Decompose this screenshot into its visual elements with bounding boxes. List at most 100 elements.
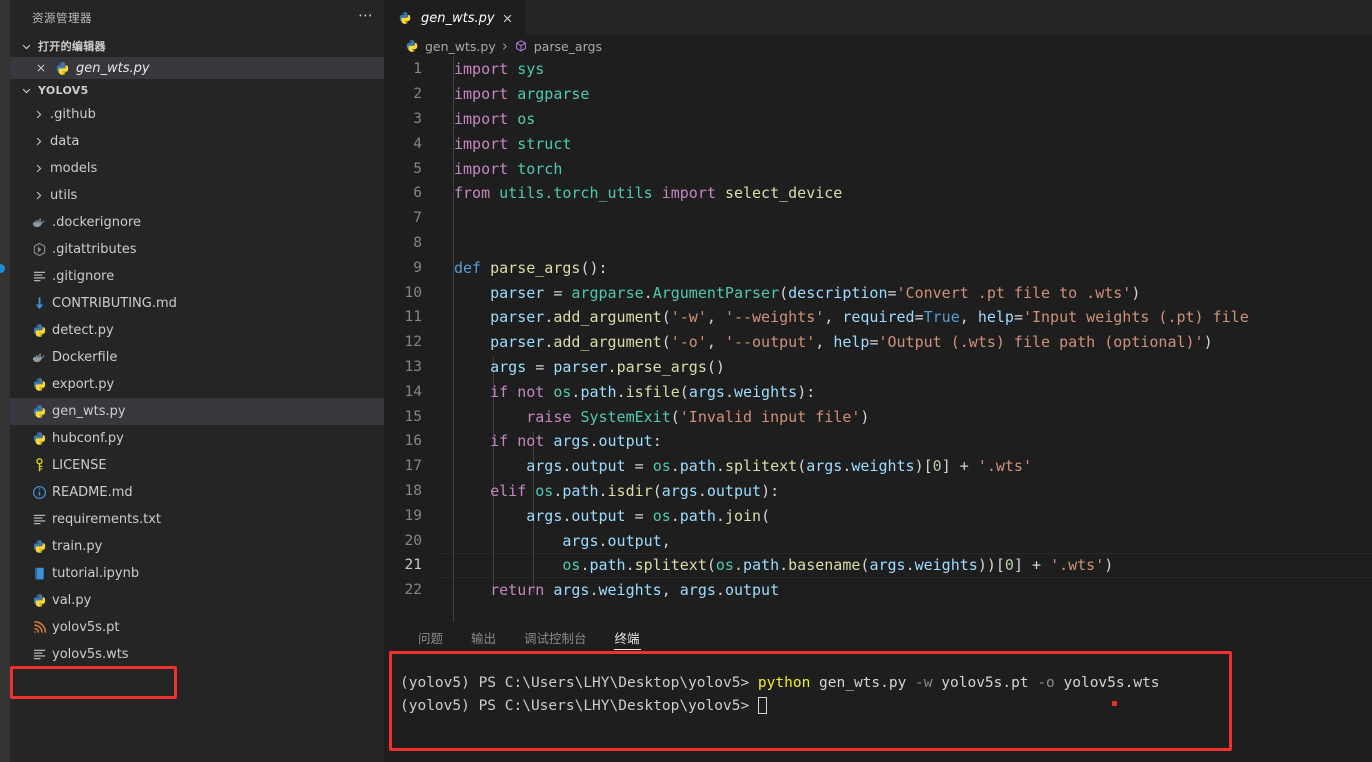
tree-item-label: models [50, 161, 97, 176]
tree-file-detect-py[interactable]: detect.py [10, 317, 384, 344]
chevron-right-icon [30, 134, 46, 150]
tree-file-yolov5s-wts[interactable]: yolov5s.wts [10, 641, 384, 668]
code-line: 4import struct [384, 131, 1372, 156]
code-text: parser = argparse.ArgumentParser(descrip… [438, 284, 1140, 302]
ellipsis-icon[interactable]: ⋯ [358, 10, 374, 26]
tree-folder-data[interactable]: data [10, 128, 384, 155]
code-line: 14 if not os.path.isfile(args.weights): [384, 379, 1372, 404]
docker-icon [30, 215, 48, 231]
code-line: 7 [384, 206, 1372, 231]
terminal-lines: (yolov5) PS C:\Users\LHY\Desktop\yolov5>… [400, 671, 1372, 717]
tree-file--dockerignore[interactable]: .dockerignore [10, 209, 384, 236]
code-lines: 1import sys2import argparse3import os4im… [384, 57, 1372, 603]
code-line: 22 return args.weights, args.output [384, 578, 1372, 603]
breadcrumb: gen_wts.py parse_args [384, 35, 1372, 57]
code-line: 13 args = parser.parse_args() [384, 355, 1372, 380]
breadcrumb-item-symbol[interactable]: parse_args [513, 39, 602, 54]
explorer-sidebar: 资源管理器 ⋯ 打开的编辑器 gen_wts.py YOLOV5 [10, 0, 384, 762]
code-text: args.output, [438, 532, 671, 550]
close-icon[interactable] [502, 13, 516, 24]
breadcrumb-symbol-label: parse_args [534, 39, 602, 54]
tree-file-train-py[interactable]: train.py [10, 533, 384, 560]
line-number: 12 [384, 334, 438, 350]
line-number: 4 [384, 136, 438, 152]
line-number: 7 [384, 210, 438, 226]
line-number: 15 [384, 409, 438, 425]
tree-file-gen-wts-py[interactable]: gen_wts.py [10, 398, 384, 425]
chevron-right-icon [30, 188, 46, 204]
notebook-icon [30, 566, 48, 582]
tree-file-val-py[interactable]: val.py [10, 587, 384, 614]
tree-file-license[interactable]: LICENSE [10, 452, 384, 479]
line-number: 11 [384, 309, 438, 325]
panel-tab-1[interactable]: 输出 [457, 622, 510, 653]
code-line: 2import argparse [384, 82, 1372, 107]
line-number: 1 [384, 61, 438, 77]
tree-file-yolov5s-pt[interactable]: yolov5s.pt [10, 614, 384, 641]
tree-item-label: .gitignore [52, 269, 114, 284]
file-tree: .githubdata models utils .dockerignore .gita… [10, 101, 384, 762]
code-line: 18 elif os.path.isdir(args.output): [384, 479, 1372, 504]
tree-item-label: tutorial.ipynb [52, 566, 139, 581]
code-text: args.output = os.path.join( [438, 507, 770, 525]
tree-file-requirements-txt[interactable]: requirements.txt [10, 506, 384, 533]
code-line: 3import os [384, 107, 1372, 132]
line-number: 3 [384, 111, 438, 127]
code-line: 8 [384, 231, 1372, 256]
panel-tab-bar: 问题输出调试控制台终端 [384, 622, 1372, 653]
code-text: elif os.path.isdir(args.output): [438, 482, 779, 500]
panel-tab-3[interactable]: 终端 [601, 622, 654, 653]
annotation-dot [1112, 701, 1117, 706]
close-icon[interactable] [34, 63, 48, 73]
tree-item-label: val.py [52, 593, 91, 608]
tree-item-label: .dockerignore [52, 215, 141, 230]
breadcrumb-item-file[interactable]: gen_wts.py [404, 39, 496, 54]
tree-item-label: hubconf.py [52, 431, 124, 446]
tree-item-label: utils [50, 188, 77, 203]
code-editor[interactable]: 1import sys2import argparse3import os4im… [384, 57, 1372, 622]
bottom-panel: 问题输出调试控制台终端 (yolov5) PS C:\Users\LHY\Des… [384, 622, 1372, 762]
line-number: 2 [384, 86, 438, 102]
text-lines-icon [30, 269, 48, 285]
terminal-output[interactable]: (yolov5) PS C:\Users\LHY\Desktop\yolov5>… [384, 653, 1372, 762]
tree-file--gitattributes[interactable]: .gitattributes [10, 236, 384, 263]
section-open-editors[interactable]: 打开的编辑器 [10, 35, 384, 57]
tree-file-tutorial-ipynb[interactable]: tutorial.ipynb [10, 560, 384, 587]
python-icon [30, 431, 48, 447]
tree-file-dockerfile[interactable]: Dockerfile [10, 344, 384, 371]
tab-gen-wts-py[interactable]: gen_wts.py [384, 0, 526, 35]
tree-file-hubconf-py[interactable]: hubconf.py [10, 425, 384, 452]
line-number: 13 [384, 359, 438, 375]
section-yolov5[interactable]: YOLOV5 [10, 79, 384, 101]
python-icon [30, 377, 48, 393]
code-text: args = parser.parse_args() [438, 358, 725, 376]
tree-item-label: Dockerfile [52, 350, 117, 365]
open-editor-item-gen-wts[interactable]: gen_wts.py [10, 57, 384, 79]
line-number: 21 [384, 557, 438, 573]
activity-bar[interactable] [0, 0, 10, 762]
tree-folder-models[interactable]: models [10, 155, 384, 182]
chevron-right-icon [30, 107, 46, 123]
vscode-window: 资源管理器 ⋯ 打开的编辑器 gen_wts.py YOLOV5 [0, 0, 1372, 762]
tree-file--gitignore[interactable]: .gitignore [10, 263, 384, 290]
tree-folder-utils[interactable]: utils [10, 182, 384, 209]
tree-file-readme-md[interactable]: README.md [10, 479, 384, 506]
panel-tab-0[interactable]: 问题 [404, 622, 457, 653]
line-number: 8 [384, 235, 438, 251]
tree-file-export-py[interactable]: export.py [10, 371, 384, 398]
tree-item-label: README.md [52, 485, 133, 500]
tree-folder--github[interactable]: .github [10, 101, 384, 128]
tree-item-label: .gitattributes [52, 242, 137, 257]
code-text: if not os.path.isfile(args.weights): [438, 383, 815, 401]
code-line: 16 if not args.output: [384, 429, 1372, 454]
panel-tab-2[interactable]: 调试控制台 [510, 622, 601, 653]
key-icon [30, 458, 48, 474]
tree-item-label: LICENSE [52, 458, 107, 473]
breadcrumb-file-label: gen_wts.py [425, 39, 496, 54]
tree-item-label: train.py [52, 539, 102, 554]
tree-file-contributing-md[interactable]: CONTRIBUTING.md [10, 290, 384, 317]
code-line: 11 parser.add_argument('-w', '--weights'… [384, 305, 1372, 330]
editor-tab-bar: gen_wts.py [384, 0, 1372, 35]
python-icon [396, 10, 414, 26]
code-text: args.output = os.path.splitext(args.weig… [438, 457, 1032, 475]
